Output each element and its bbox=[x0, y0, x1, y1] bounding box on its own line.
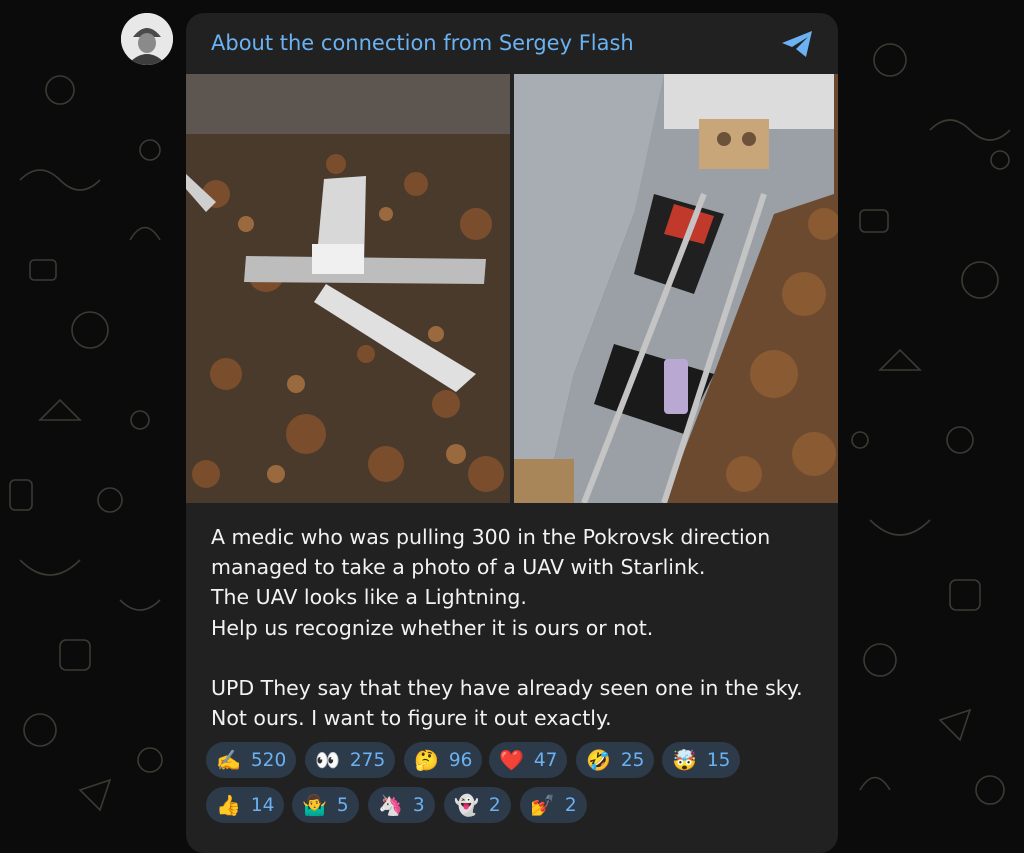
message-text: A medic who was pulling 300 in the Pokro… bbox=[211, 525, 803, 731]
rofl-face-icon: 🤣 bbox=[586, 748, 611, 772]
reaction-count: 2 bbox=[488, 794, 501, 816]
thinking-face-icon: 🤔 bbox=[414, 748, 439, 772]
nail-polish-icon: 💅 bbox=[530, 793, 555, 817]
writing-hand-icon: ✍️ bbox=[216, 748, 241, 772]
reaction-ghost[interactable]: 👻 2 bbox=[444, 787, 511, 823]
paper-plane-icon[interactable] bbox=[780, 29, 814, 59]
avatar[interactable] bbox=[121, 13, 173, 65]
ghost-icon: 👻 bbox=[454, 793, 479, 817]
crashed-uav-photo[interactable] bbox=[186, 74, 510, 503]
reaction-count: 3 bbox=[412, 794, 425, 816]
reaction-count: 96 bbox=[448, 749, 473, 771]
reaction-count: 275 bbox=[349, 749, 386, 771]
reaction-unicorn[interactable]: 🦄 3 bbox=[368, 787, 435, 823]
uav-interior-photo[interactable] bbox=[514, 74, 838, 503]
reaction-exploding-head[interactable]: 🤯 15 bbox=[662, 742, 741, 778]
reaction-count: 25 bbox=[620, 749, 645, 771]
reaction-writing-hand[interactable]: ✍️ 520 bbox=[206, 742, 297, 778]
reaction-heart[interactable]: ❤️ 47 bbox=[489, 742, 568, 778]
shrug-icon: 🤷‍♂️ bbox=[302, 793, 327, 817]
message-bubble: About the connection from Sergey Flash A… bbox=[186, 13, 838, 853]
reaction-thinking[interactable]: 🤔 96 bbox=[404, 742, 483, 778]
thumbs-up-icon: 👍 bbox=[216, 793, 241, 817]
reaction-shrug[interactable]: 🤷‍♂️ 5 bbox=[292, 787, 359, 823]
reaction-count: 14 bbox=[250, 794, 275, 816]
reaction-count: 520 bbox=[250, 749, 287, 771]
eyes-icon: 👀 bbox=[315, 748, 340, 772]
reaction-count: 2 bbox=[564, 794, 577, 816]
message-title[interactable]: About the connection from Sergey Flash bbox=[211, 31, 634, 55]
reaction-count: 47 bbox=[533, 749, 558, 771]
reaction-rofl[interactable]: 🤣 25 bbox=[576, 742, 655, 778]
reaction-thumbs-up[interactable]: 👍 14 bbox=[206, 787, 285, 823]
reaction-count: 5 bbox=[336, 794, 349, 816]
reaction-count: 15 bbox=[706, 749, 731, 771]
reaction-nail-polish[interactable]: 💅 2 bbox=[520, 787, 587, 823]
unicorn-icon: 🦄 bbox=[378, 793, 403, 817]
heart-icon: ❤️ bbox=[499, 748, 524, 772]
reaction-eyes[interactable]: 👀 275 bbox=[305, 742, 396, 778]
message-header: About the connection from Sergey Flash bbox=[186, 13, 838, 74]
exploding-head-icon: 🤯 bbox=[672, 748, 697, 772]
